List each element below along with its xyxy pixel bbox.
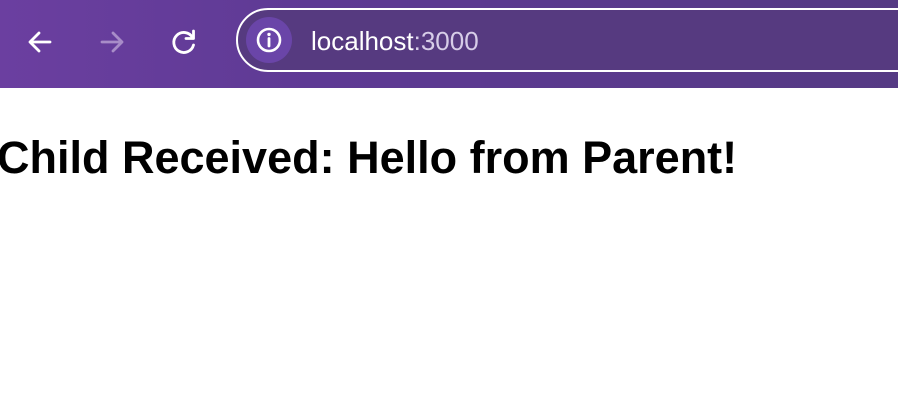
forward-button[interactable] [90, 20, 134, 64]
url-text[interactable]: localhost:3000 [311, 26, 479, 56]
back-button[interactable] [18, 20, 62, 64]
url-host: localhost [311, 26, 414, 56]
reload-icon [172, 29, 195, 54]
site-info-button[interactable] [246, 17, 292, 63]
address-bar[interactable]: localhost:3000 [236, 8, 898, 72]
url-port: :3000 [413, 26, 479, 56]
arrow-left-icon [28, 31, 52, 53]
info-icon [256, 27, 282, 53]
browser-toolbar: localhost:3000 [0, 0, 898, 88]
arrow-right-icon [100, 31, 124, 53]
reload-button[interactable] [162, 20, 206, 64]
page-content: Child Received: Hello from Parent! [0, 88, 898, 418]
page-heading: Child Received: Hello from Parent! [0, 132, 738, 183]
